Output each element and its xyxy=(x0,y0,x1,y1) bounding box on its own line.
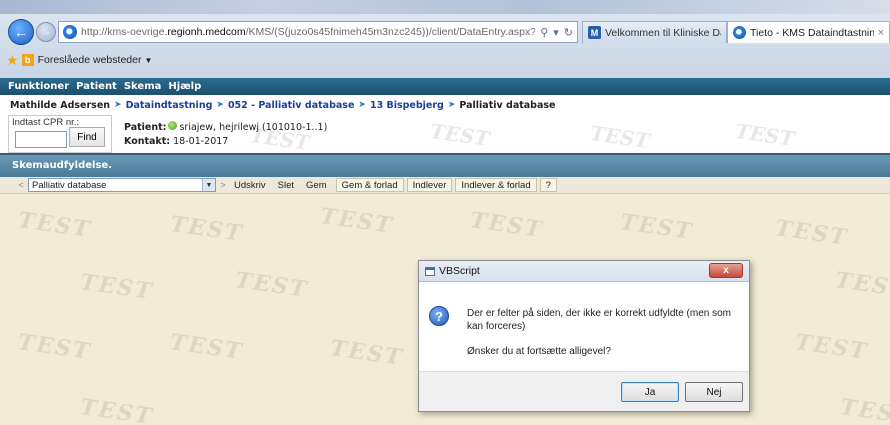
chevron-down-icon[interactable]: ▼ xyxy=(144,56,152,65)
close-button[interactable]: x xyxy=(709,263,743,278)
watermark: TEST xyxy=(16,207,93,243)
browser-chrome: ← → http://kms-oevrige.regionh.medcom/KM… xyxy=(0,0,890,78)
url-host: regionh.medcom xyxy=(167,26,246,38)
suggested-sites-link[interactable]: Foreslåede websteder xyxy=(38,54,142,66)
breadcrumb-current: Palliativ database xyxy=(459,99,556,111)
section-header: Skemaudfyldelse. xyxy=(0,153,890,177)
forward-arrow-icon: → xyxy=(40,26,52,38)
prev-schema-button[interactable]: < xyxy=(16,180,26,190)
breadcrumb-dataindtastning[interactable]: Dataindtastning xyxy=(126,100,213,111)
menu-patient[interactable]: Patient xyxy=(76,81,117,92)
breadcrumb-user: Mathilde Adsersen xyxy=(10,99,111,111)
watermark: TEST xyxy=(233,267,310,303)
watermark: TEST xyxy=(328,335,405,371)
patient-info: Patient: sriajew, hejrilewj (101010-1..1)… xyxy=(124,121,327,149)
ie-tab-icon xyxy=(733,26,746,39)
help-button[interactable]: ? xyxy=(539,178,557,192)
close-tab-icon[interactable]: × xyxy=(878,27,884,39)
refresh-icon[interactable]: ↻ xyxy=(564,26,573,39)
dialog-question: Ønsker du at fortsætte alligevel? xyxy=(467,346,611,357)
watermark: TEST xyxy=(793,329,870,365)
vbscript-dialog: VBScript x ? Der er felter på siden, der… xyxy=(418,260,750,412)
watermark: TEST xyxy=(16,329,93,365)
arrow-right-icon: ➤ xyxy=(216,100,224,110)
no-button[interactable]: Nej xyxy=(685,382,743,402)
watermark: TEST xyxy=(78,394,155,425)
url-path: /KMS/(S(juzo0s45fnimeh45m3nzc245))/clien… xyxy=(245,26,536,38)
breadcrumb-database[interactable]: 052 - Palliativ database xyxy=(228,100,354,111)
patient-label: Patient: xyxy=(124,122,167,133)
dialog-title: VBScript xyxy=(439,265,480,277)
save-and-leave-button[interactable]: Gem & forlad xyxy=(335,178,404,192)
dropdown-arrow-icon[interactable]: ▾ xyxy=(553,26,559,39)
print-button[interactable]: Udskriv xyxy=(228,178,272,192)
bing-icon: b xyxy=(21,54,34,66)
tab-klinisk-database[interactable]: M Velkommen til Kliniske Databa... xyxy=(582,21,727,43)
contact-label: Kontakt: xyxy=(124,136,171,147)
watermark: TEST xyxy=(733,118,796,152)
form-toolbar: < Palliativ database ▼ > Udskriv Slet Ge… xyxy=(0,177,890,194)
menu-funktioner[interactable]: Funktioner xyxy=(8,81,69,92)
section-title: Skemaudfyldelse. xyxy=(12,160,113,171)
address-bar[interactable]: http://kms-oevrige.regionh.medcom/KMS/(S… xyxy=(58,21,578,43)
patient-status-icon xyxy=(168,121,178,130)
watermark: TEST xyxy=(468,207,545,243)
window-title-strip xyxy=(0,0,890,14)
watermark: TEST xyxy=(838,394,890,425)
cpr-input[interactable] xyxy=(15,131,67,148)
watermark: TEST xyxy=(773,215,850,251)
back-arrow-icon: ← xyxy=(14,24,28,40)
dialog-footer: Ja Nej xyxy=(419,371,749,411)
url-text[interactable]: http://kms-oevrige.regionh.medcom/KMS/(S… xyxy=(81,26,535,38)
patient-name: sriajew, hejrilewj (101010-1..1) xyxy=(179,122,328,133)
arrow-right-icon: ➤ xyxy=(447,100,456,110)
watermark: TEST xyxy=(168,211,245,247)
breadcrumb: Mathilde Adsersen ➤ Dataindtastning ➤ 05… xyxy=(0,95,890,115)
tab-label: Tieto - KMS Dataindtastning xyxy=(750,26,874,39)
watermark: TEST xyxy=(168,329,245,365)
search-icon[interactable]: ⚲ xyxy=(540,26,548,39)
watermark: TEST xyxy=(78,269,155,305)
tab-tieto-kms[interactable]: Tieto - KMS Dataindtastning × xyxy=(727,21,890,43)
question-icon: ? xyxy=(429,306,449,326)
menu-hjaelp[interactable]: Hjælp xyxy=(168,81,201,92)
yes-button[interactable]: Ja xyxy=(621,382,679,402)
ie-page-icon xyxy=(63,25,77,39)
arrow-right-icon: ➤ xyxy=(114,100,122,110)
submit-button[interactable]: Indlever xyxy=(406,178,453,192)
site-favicon-icon: M xyxy=(588,26,601,39)
menu-skema[interactable]: Skema xyxy=(124,81,162,92)
watermark: TEST xyxy=(318,203,395,239)
find-button[interactable]: Find xyxy=(69,127,105,147)
dialog-message: Der er felter på siden, der ikke er korr… xyxy=(467,308,731,332)
patient-header: TEST TEST TEST TEST Indtast CPR nr.: Fin… xyxy=(0,115,890,155)
next-schema-button[interactable]: > xyxy=(218,180,228,190)
schema-select[interactable]: Palliativ database ▼ xyxy=(28,178,216,192)
window-icon xyxy=(425,267,435,276)
tab-label: Velkommen til Kliniske Databa... xyxy=(605,26,721,39)
cpr-search-box: Indtast CPR nr.: Find xyxy=(8,115,112,153)
dialog-titlebar[interactable]: VBScript x xyxy=(419,261,749,282)
delete-button[interactable]: Slet xyxy=(272,178,300,192)
breadcrumb-department[interactable]: 13 Bispebjerg xyxy=(370,100,444,111)
watermark: TEST xyxy=(618,209,695,245)
schema-select-value: Palliativ database xyxy=(32,179,107,191)
browser-tabs: M Velkommen til Kliniske Databa... Tieto… xyxy=(582,21,890,43)
url-prefix: http://kms-oevrige. xyxy=(81,26,168,38)
contact-date: 18-01-2017 xyxy=(173,136,229,147)
favorites-bar: ★ b Foreslåede websteder ▼ xyxy=(0,50,890,70)
favorites-star-icon[interactable]: ★ xyxy=(6,52,19,69)
arrow-right-icon: ➤ xyxy=(358,100,366,110)
watermark: TEST xyxy=(833,267,890,303)
app-menu-bar: Funktioner Patient Skema Hjælp xyxy=(0,78,890,95)
watermark: TEST xyxy=(588,120,651,154)
forward-button[interactable]: → xyxy=(36,22,56,42)
submit-and-leave-button[interactable]: Indlever & forlad xyxy=(455,178,537,192)
chevron-down-icon[interactable]: ▼ xyxy=(202,179,215,191)
save-button[interactable]: Gem xyxy=(300,178,333,192)
watermark: TEST xyxy=(428,118,491,152)
back-button[interactable]: ← xyxy=(8,19,34,45)
